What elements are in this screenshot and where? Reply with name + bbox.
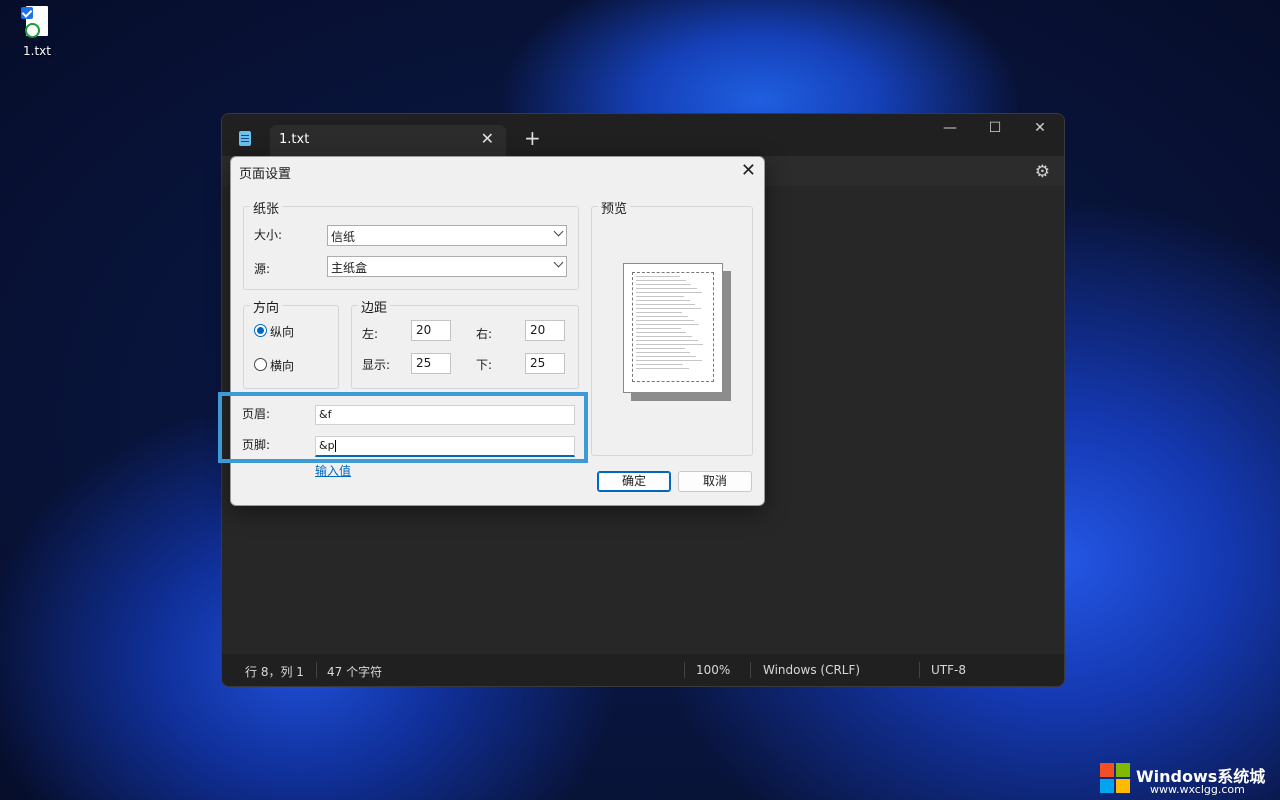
annotation-highlight-box [218,392,588,463]
orientation-group-label: 方向 [250,297,283,316]
margin-right-input[interactable]: 20 [525,320,565,341]
status-char-count: 47 个字符 [327,665,383,679]
preview-text-line [636,336,692,337]
paper-size-select[interactable]: 信纸 [327,225,567,246]
paper-group-label: 纸张 [250,198,283,217]
paper-group: 纸张 大小: 信纸 源: 主纸盒 [243,198,579,290]
maximize-button[interactable]: ☐ [980,120,1010,136]
paper-size-label: 大小: [254,228,283,242]
ok-button[interactable]: 确定 [597,471,671,492]
margin-top-value: 25 [416,356,432,370]
preview-text-line [636,368,689,369]
paper-size-value: 信纸 [331,230,356,244]
chevron-down-icon [553,226,564,237]
status-divider [684,662,685,678]
dialog-title: 页面设置 [239,167,292,182]
portrait-radio[interactable] [254,324,267,337]
preview-page [623,263,723,393]
preview-text-line [636,324,700,325]
preview-text-line [636,304,696,305]
preview-text-line [636,360,702,361]
margin-right-value: 20 [530,323,546,337]
status-divider [919,662,920,678]
input-values-link[interactable]: 输入值 [315,462,351,479]
chevron-down-icon [553,257,564,268]
preview-text-line [636,352,691,353]
margin-bottom-label: 下: [476,358,493,372]
preview-text-line [636,332,687,333]
preview-text-line [636,312,683,313]
margin-left-input[interactable]: 20 [411,320,451,341]
checkbox-icon[interactable] [21,7,33,19]
margins-group-label: 边距 [358,297,391,316]
preview-text-line [636,296,684,297]
preview-text-line [636,320,694,321]
margin-left-value: 20 [416,323,432,337]
landscape-radio[interactable] [254,358,267,371]
windows-logo-icon [1100,763,1132,795]
tab-1txt[interactable]: 1.txt ✕ [270,125,506,156]
status-divider [750,662,751,678]
margin-bottom-input[interactable]: 25 [525,353,565,374]
preview-text-line [636,288,697,289]
watermark: Windows系统城 www.wxclgg.com [1090,757,1280,800]
desktop-file-icon[interactable]: 1.txt [12,4,64,64]
status-divider [316,662,317,678]
status-encoding[interactable]: UTF-8 [931,663,966,677]
status-line-ending[interactable]: Windows (CRLF) [763,663,860,677]
preview-text-area [632,272,714,382]
preview-text-line [636,280,686,281]
margins-group: 边距 左: 20 右: 20 显示: 25 下: 25 [351,297,579,389]
preview-text-line [636,364,684,365]
watermark-url: www.wxclgg.com [1150,783,1245,796]
status-zoom[interactable]: 100% [696,663,730,677]
preview-text-line [636,300,690,301]
status-cursor-position: 行 8，列 1 [245,665,304,679]
margin-right-label: 右: [476,327,493,341]
title-bar[interactable]: 1.txt ✕ + — ☐ ✕ [222,114,1064,156]
status-bar: 行 8，列 1 47 个字符 100% Windows (CRLF) UTF-8 [222,654,1064,686]
preview-text-line [636,348,685,349]
preview-text-line [636,340,698,341]
orientation-group: 方向 纵向 横向 [243,297,339,389]
portrait-label[interactable]: 纵向 [270,323,294,340]
settings-gear-icon[interactable]: ⚙ [1035,162,1050,182]
preview-text-line [636,316,688,317]
preview-text-line [636,328,681,329]
paper-source-select[interactable]: 主纸盒 [327,256,567,277]
tab-title: 1.txt [279,132,310,147]
preview-text-line [636,356,696,357]
preview-group: 预览 [591,198,753,456]
preview-text-line [636,284,692,285]
sync-status-icon [25,23,40,38]
margin-top-input[interactable]: 25 [411,353,451,374]
preview-text-line [636,292,703,293]
preview-group-label: 预览 [598,198,631,217]
cancel-button[interactable]: 取消 [678,471,752,492]
minimize-button[interactable]: — [935,120,965,136]
notepad-app-icon [239,131,251,146]
margin-top-label: 显示: [362,358,391,372]
tab-close-icon[interactable]: ✕ [481,129,494,148]
preview-text-line [636,308,701,309]
new-tab-button[interactable]: + [524,126,541,150]
desktop-icon-label: 1.txt [23,44,51,58]
preview-text-line [636,344,704,345]
margin-bottom-value: 25 [530,356,546,370]
paper-source-label: 源: [254,262,271,276]
dialog-close-button[interactable]: ✕ [741,160,756,181]
landscape-label[interactable]: 横向 [270,357,294,374]
close-button[interactable]: ✕ [1025,120,1055,136]
paper-source-value: 主纸盒 [331,261,368,275]
margin-left-label: 左: [362,327,379,341]
preview-text-line [636,276,680,277]
